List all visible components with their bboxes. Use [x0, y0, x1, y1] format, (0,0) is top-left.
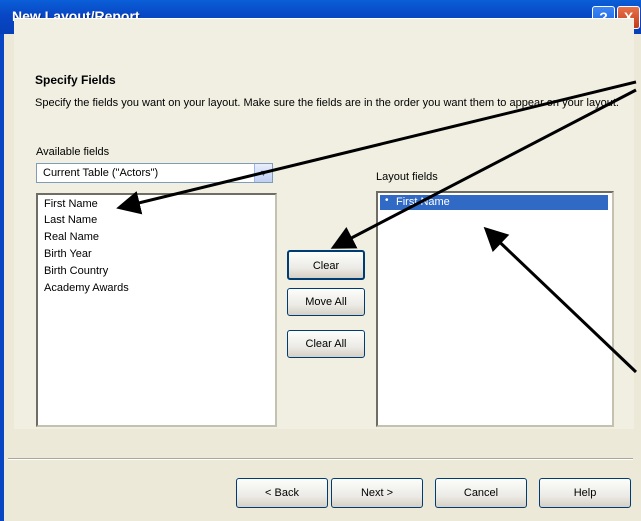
- arrow-to-first-name: [116, 80, 637, 215]
- annotation-arrows: [116, 80, 638, 374]
- arrow-to-layout-field: [483, 226, 638, 374]
- arrow-to-clear-button: [330, 88, 637, 249]
